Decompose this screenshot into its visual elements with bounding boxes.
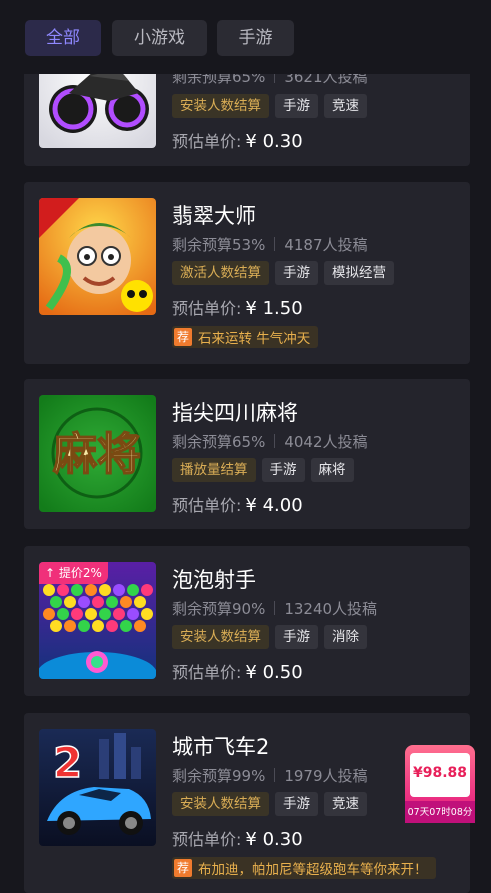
price-raise-badge: ↑ 提价2% (39, 562, 108, 584)
category-tag: 手游 (275, 792, 318, 816)
remaining-budget: 剩余预算99% (172, 767, 266, 785)
tab-mini-games[interactable]: 小游戏 (112, 20, 207, 56)
genre-tag: 消除 (324, 625, 367, 649)
submission-count: 4042人投稿 (284, 433, 368, 451)
remaining-budget: 剩余预算65% (172, 433, 266, 451)
card-stats: 剩余预算99% 1979人投稿 (172, 765, 368, 786)
game-title: 翡翠大师 (172, 204, 256, 228)
tag-row: 安装人数结算 手游 竞速 (172, 792, 367, 816)
unit-price: 预估单价: ¥ 0.30 (172, 826, 303, 850)
game-title: 指尖四川麻将 (172, 401, 298, 425)
tag-row: 播放量结算 手游 麻将 (172, 458, 354, 482)
settlement-tag: 播放量结算 (172, 458, 256, 482)
category-tag: 手游 (275, 625, 318, 649)
category-tag: 手游 (275, 94, 318, 118)
thumb-text: 麻将 (53, 429, 141, 480)
thumb-text: 2 (53, 738, 82, 787)
genre-tag: 模拟经营 (324, 261, 394, 285)
recommend-banner: 荐 布加迪，帕加尼等超级跑车等你来开！ (172, 857, 436, 879)
game-thumbnail: ↑ 提价2% (39, 562, 156, 679)
task-card[interactable]: 2 城市飞车2 剩余预算99% 1979人投稿 安装人数结算 手游 竞速 预估单价… (24, 713, 470, 893)
price-value: ¥ 1.50 (245, 298, 303, 319)
settlement-tag: 安装人数结算 (172, 94, 269, 118)
game-title: 城市飞车2 (172, 735, 270, 759)
category-tag: 手游 (275, 261, 318, 285)
recommend-text: 布加迪，帕加尼等超级跑车等你来开！ (198, 862, 428, 878)
price-value: ¥ 0.30 (245, 131, 303, 152)
recommend-badge: 荐 (174, 859, 192, 877)
game-title: 泡泡射手 (172, 568, 256, 592)
recommend-badge: 荐 (174, 328, 192, 346)
card-stats: 剩余预算90% 13240人投稿 (172, 598, 377, 619)
mahjong-icon: 麻将 (39, 395, 156, 512)
reward-countdown: 07天07时08分 (407, 807, 473, 818)
settlement-tag: 安装人数结算 (172, 625, 269, 649)
submission-count: 1979人投稿 (284, 767, 368, 785)
tab-mobile-games[interactable]: 手游 (217, 20, 294, 56)
price-label: 预估单价: (172, 663, 242, 682)
category-tab-bar: 全部 小游戏 手游 (0, 0, 491, 74)
city-racer-icon: 2 (39, 729, 156, 846)
tag-row: 激活人数结算 手游 模拟经营 (172, 261, 394, 285)
recommend-banner: 荐 石来运转 牛气冲天 (172, 326, 319, 348)
game-thumbnail: 麻将 (39, 395, 156, 512)
task-card[interactable]: 翡翠大师 剩余预算53% 4187人投稿 激活人数结算 手游 模拟经营 预估单价:… (24, 182, 470, 364)
unit-price: 预估单价: ¥ 1.50 (172, 295, 303, 319)
unit-price: 预估单价: ¥ 0.30 (172, 128, 303, 152)
price-label: 预估单价: (172, 830, 242, 849)
recommend-text: 石来运转 牛气冲天 (198, 331, 311, 347)
price-value: ¥ 0.30 (245, 829, 303, 850)
reward-amount: ¥98.88 (412, 765, 468, 781)
genre-tag: 麻将 (310, 458, 354, 482)
submission-count: 13240人投稿 (284, 600, 378, 618)
card-stats: 剩余预算65% 4042人投稿 (172, 431, 368, 452)
game-thumbnail (39, 198, 156, 315)
remaining-budget: 剩余预算53% (172, 236, 266, 254)
task-card[interactable]: 麻将 指尖四川麻将 剩余预算65% 4042人投稿 播放量结算 手游 麻将 预估单… (24, 379, 470, 529)
genre-tag: 竞速 (324, 94, 367, 118)
card-stats: 剩余预算53% 4187人投稿 (172, 234, 368, 255)
tab-all[interactable]: 全部 (25, 20, 101, 56)
category-tag: 手游 (261, 458, 305, 482)
settlement-tag: 激活人数结算 (172, 261, 269, 285)
genre-tag: 竞速 (324, 792, 367, 816)
tag-row: 安装人数结算 手游 消除 (172, 625, 367, 649)
price-label: 预估单价: (172, 132, 242, 151)
floating-reward-button[interactable]: ¥98.88 07天07时08分 (405, 745, 475, 823)
remaining-budget: 剩余预算90% (172, 600, 266, 618)
submission-count: 4187人投稿 (284, 236, 368, 254)
jade-master-icon (39, 198, 156, 315)
unit-price: 预估单价: ¥ 0.50 (172, 659, 303, 683)
price-label: 预估单价: (172, 496, 242, 515)
task-card[interactable]: ↑ 提价2% 泡泡射手 剩余预算90% 13240人投稿 安装人数结算 手游 消除… (24, 546, 470, 696)
price-value: ¥ 4.00 (245, 495, 303, 516)
price-value: ¥ 0.50 (245, 662, 303, 683)
game-thumbnail: 2 (39, 729, 156, 846)
settlement-tag: 安装人数结算 (172, 792, 269, 816)
unit-price: 预估单价: ¥ 4.00 (172, 492, 303, 516)
price-label: 预估单价: (172, 299, 242, 318)
tag-row: 安装人数结算 手游 竞速 (172, 94, 367, 118)
